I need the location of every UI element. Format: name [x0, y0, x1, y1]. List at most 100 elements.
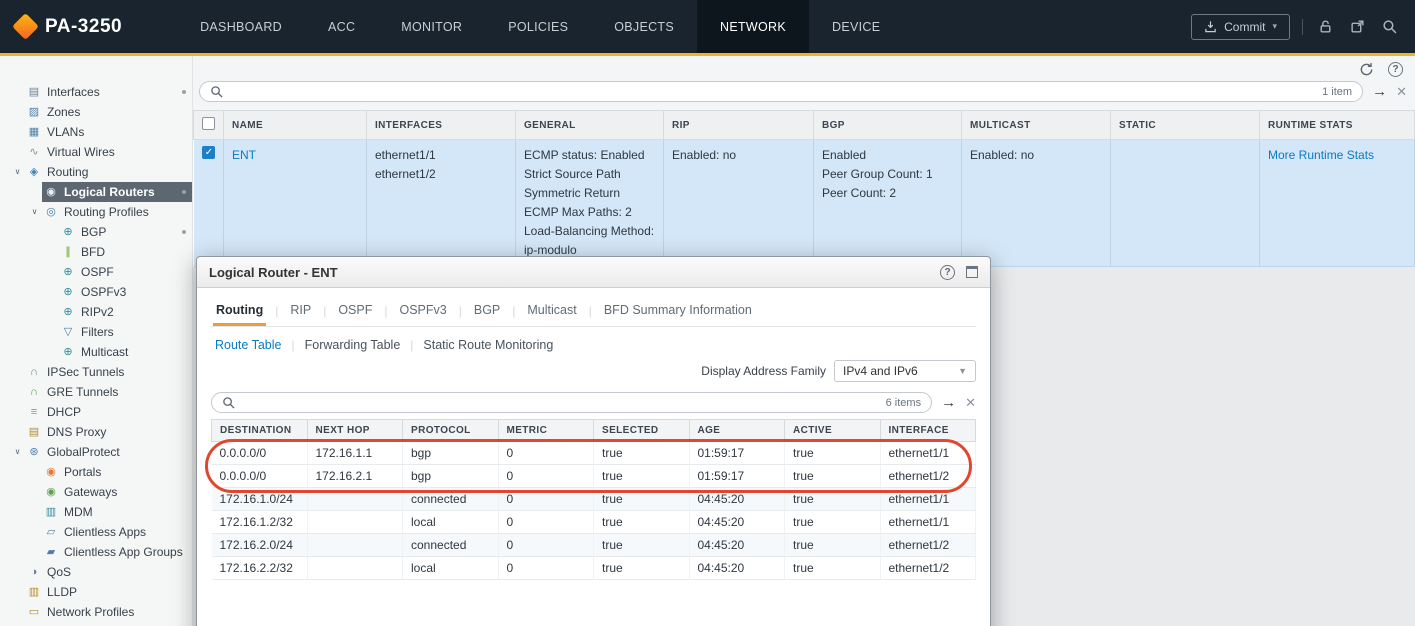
refresh-icon[interactable]	[1356, 59, 1376, 79]
sidebar-item-routing[interactable]: ∨◈Routing	[0, 162, 192, 182]
apply-filter-icon[interactable]: →	[1372, 84, 1387, 99]
chevron-down-icon[interactable]: ∨	[10, 162, 25, 182]
sidebar-item-mdm[interactable]: ▥MDM	[0, 502, 192, 522]
column-header-selected[interactable]: SELECTED	[594, 420, 690, 442]
item-options-dot[interactable]	[182, 90, 186, 94]
route-row[interactable]: 172.16.1.0/24connected0true04:45:20truee…	[212, 488, 976, 511]
column-header-next-hop[interactable]: NEXT HOP	[307, 420, 403, 442]
chevron-down-icon[interactable]: ∨	[10, 442, 25, 462]
nav-network[interactable]: NETWORK	[697, 0, 809, 53]
sidebar-item-qos[interactable]: ◑QoS	[0, 562, 192, 582]
dialog-tab-ospf[interactable]: OSPF	[335, 296, 375, 326]
sidebar-item-ospf[interactable]: ⊕OSPF	[0, 262, 192, 282]
column-header-destination[interactable]: DESTINATION	[212, 420, 308, 442]
nav-device[interactable]: DEVICE	[809, 0, 903, 53]
sidebar-item-routing-profiles[interactable]: ∨◎Routing Profiles	[0, 202, 192, 222]
address-family-label: Display Address Family	[701, 364, 826, 378]
route-row[interactable]: 172.16.1.2/32local0true04:45:20trueether…	[212, 511, 976, 534]
cell-interface: ethernet1/2	[880, 465, 976, 488]
sidebar-item-gateways[interactable]: ◉Gateways	[0, 482, 192, 502]
dialog-tab-routing[interactable]: Routing	[213, 296, 266, 326]
column-header-runtime-stats[interactable]: RUNTIME STATS	[1260, 111, 1415, 140]
sidebar-item-ipsec-tunnels[interactable]: ∩IPSec Tunnels	[0, 362, 192, 382]
nav-objects[interactable]: OBJECTS	[591, 0, 697, 53]
cell-next-hop	[307, 488, 403, 511]
item-options-dot[interactable]	[182, 230, 186, 234]
sidebar-item-vlans[interactable]: ▦VLANs	[0, 122, 192, 142]
sidebar-item-interfaces[interactable]: ▤Interfaces	[0, 82, 192, 102]
route-search-input[interactable]	[243, 393, 878, 412]
column-header-interfaces[interactable]: INTERFACES	[367, 111, 516, 140]
nav-policies[interactable]: POLICIES	[485, 0, 591, 53]
column-header-active[interactable]: ACTIVE	[785, 420, 881, 442]
column-header-age[interactable]: AGE	[689, 420, 785, 442]
dialog-tab-multicast[interactable]: Multicast	[524, 296, 579, 326]
route-row[interactable]: 0.0.0.0/0172.16.2.1bgp0true01:59:17truee…	[212, 465, 976, 488]
column-header-name[interactable]: NAME	[224, 111, 367, 140]
sidebar-item-filters[interactable]: ▽Filters	[0, 322, 192, 342]
route-search-box[interactable]: 6 items	[211, 392, 932, 413]
sidebar-item-zones[interactable]: ▨Zones	[0, 102, 192, 122]
apply-filter-icon[interactable]: →	[941, 395, 956, 410]
dialog-subtab-forwarding-table[interactable]: Forwarding Table	[305, 338, 401, 352]
column-header-protocol[interactable]: PROTOCOL	[403, 420, 499, 442]
chevron-down-icon[interactable]: ∨	[27, 202, 42, 222]
nav-monitor[interactable]: MONITOR	[378, 0, 485, 53]
router-search-input[interactable]	[231, 82, 1314, 101]
tasks-icon[interactable]	[1347, 17, 1367, 37]
sidebar-item-multicast[interactable]: ⊕Multicast	[0, 342, 192, 362]
column-header-static[interactable]: STATIC	[1111, 111, 1260, 140]
nav-acc[interactable]: ACC	[305, 0, 378, 53]
address-family-select[interactable]: IPv4 and IPv6 ▼	[834, 360, 976, 382]
column-header-metric[interactable]: METRIC	[498, 420, 594, 442]
sidebar-item-ripv2[interactable]: ⊕RIPv2	[0, 302, 192, 322]
sidebar-item-globalprotect[interactable]: ∨⊛GlobalProtect	[0, 442, 192, 462]
dialog-tab-ospfv3[interactable]: OSPFv3	[396, 296, 449, 326]
item-options-dot[interactable]	[182, 190, 186, 194]
route-row[interactable]: 172.16.2.0/24connected0true04:45:20truee…	[212, 534, 976, 557]
commit-button[interactable]: Commit ▾	[1191, 14, 1290, 40]
dialog-subtab-route-table[interactable]: Route Table	[215, 338, 282, 352]
sidebar-item-logical-routers[interactable]: ◉Logical Routers	[0, 182, 192, 202]
more-runtime-stats-link[interactable]: More Runtime Stats	[1268, 148, 1374, 162]
dialog-tab-bfd-summary-information[interactable]: BFD Summary Information	[601, 296, 755, 326]
clear-filter-icon[interactable]: ✕	[965, 396, 976, 409]
column-header-rip[interactable]: RIP	[664, 111, 814, 140]
dialog-help-icon[interactable]: ?	[940, 265, 955, 280]
checkbox-unchecked-icon[interactable]	[202, 117, 215, 130]
search-icon[interactable]	[1379, 17, 1399, 37]
dialog-tab-rip[interactable]: RIP	[287, 296, 314, 326]
dialog-subtab-static-route-monitoring[interactable]: Static Route Monitoring	[423, 338, 553, 352]
column-header-bgp[interactable]: BGP	[814, 111, 962, 140]
sidebar-item-dhcp[interactable]: ≡DHCP	[0, 402, 192, 422]
router-search-box[interactable]: 1 item	[199, 81, 1363, 102]
sidebar-item-gre-tunnels[interactable]: ∩GRE Tunnels	[0, 382, 192, 402]
lock-icon[interactable]	[1315, 17, 1335, 37]
sidebar-item-virtual-wires[interactable]: ∿Virtual Wires	[0, 142, 192, 162]
sidebar-item-dns-proxy[interactable]: ▤DNS Proxy	[0, 422, 192, 442]
route-row[interactable]: 172.16.2.2/32local0true04:45:20trueether…	[212, 557, 976, 580]
logical-router-row[interactable]: ENTethernet1/1ethernet1/2ECMP status: En…	[194, 140, 1415, 267]
select-all-header[interactable]	[194, 111, 224, 140]
clear-filter-icon[interactable]: ✕	[1396, 85, 1407, 98]
sidebar-item-clientless-app-groups[interactable]: ▰Clientless App Groups	[0, 542, 192, 562]
help-icon[interactable]: ?	[1388, 62, 1403, 77]
sidebar-item-lldp[interactable]: ▥LLDP	[0, 582, 192, 602]
column-header-general[interactable]: GENERAL	[516, 111, 664, 140]
sidebar-item-bgp[interactable]: ⊕BGP	[0, 222, 192, 242]
router-name-link[interactable]: ENT	[232, 148, 256, 162]
nav-dashboard[interactable]: DASHBOARD	[177, 0, 305, 53]
dialog-tab-bgp[interactable]: BGP	[471, 296, 503, 326]
brand[interactable]: PA-3250	[0, 16, 122, 38]
column-header-interface[interactable]: INTERFACE	[880, 420, 976, 442]
sidebar-item-ospfv3[interactable]: ⊕OSPFv3	[0, 282, 192, 302]
sidebar-item-portals[interactable]: ◉Portals	[0, 462, 192, 482]
row-select-cell[interactable]	[194, 140, 224, 267]
checkbox-checked-icon[interactable]	[202, 146, 215, 159]
sidebar-item-network-profiles[interactable]: ▭Network Profiles	[0, 602, 192, 622]
sidebar-item-clientless-apps[interactable]: ▱Clientless Apps	[0, 522, 192, 542]
sidebar-item-bfd[interactable]: ∥BFD	[0, 242, 192, 262]
dialog-maximize-icon[interactable]	[966, 266, 978, 278]
column-header-multicast[interactable]: MULTICAST	[962, 111, 1111, 140]
route-row[interactable]: 0.0.0.0/0172.16.1.1bgp0true01:59:17truee…	[212, 442, 976, 465]
